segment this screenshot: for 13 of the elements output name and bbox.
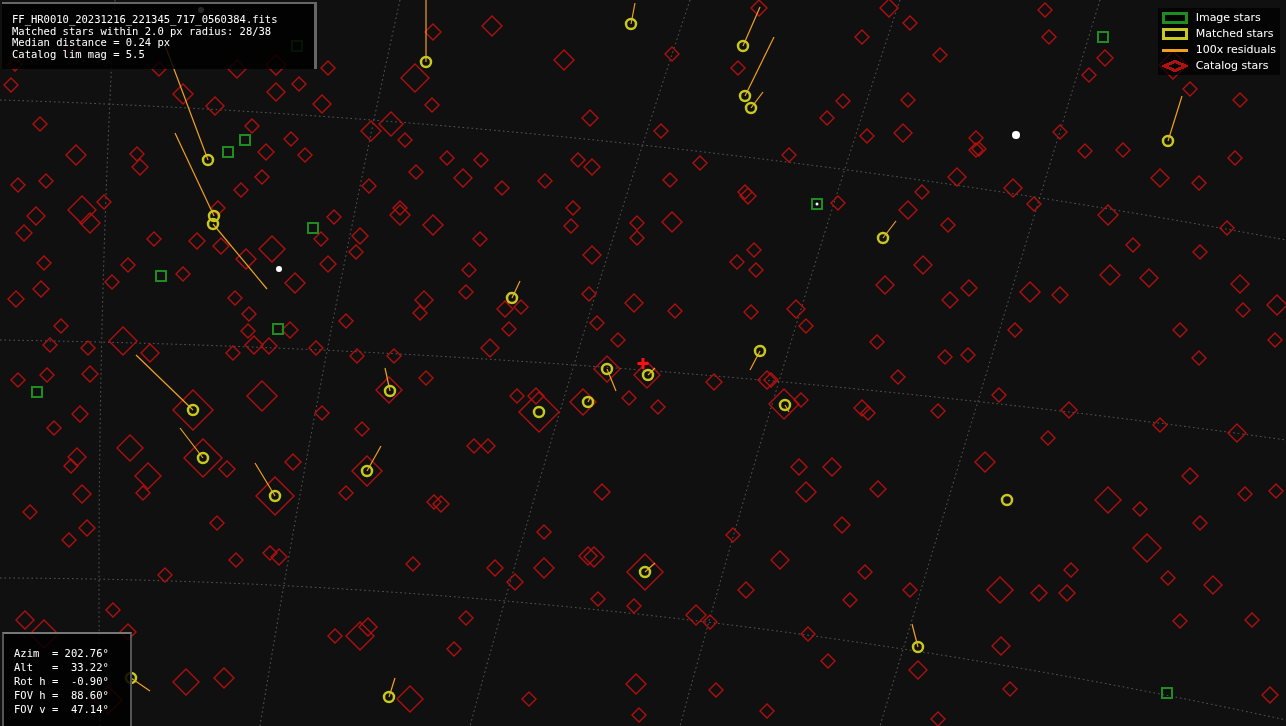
pointing-text: Rot h = -0.90° <box>14 674 110 688</box>
legend-label: Catalog stars <box>1195 59 1269 72</box>
pointing-text: FOV v = 47.14° <box>14 702 110 716</box>
legend-label: 100x residuals <box>1195 43 1276 56</box>
info-text: FF_HR0010_20231216_221345_717_0560384.fits <box>12 14 279 26</box>
info-text: Catalog lim mag = 5.5 <box>12 48 146 60</box>
info-text: Median distance = 0.24 px <box>12 37 171 49</box>
pointing-text: Alt = 33.22° <box>14 660 110 674</box>
legend-label: Matched stars <box>1195 27 1274 40</box>
info-text: Matched stars within 2.0 px radius: 28/38 <box>12 25 272 37</box>
legend-label: Image stars <box>1195 11 1261 24</box>
pointing-text: Azim = 202.76° <box>14 646 110 660</box>
pointing-text: FOV h = 88.60° <box>14 688 110 702</box>
